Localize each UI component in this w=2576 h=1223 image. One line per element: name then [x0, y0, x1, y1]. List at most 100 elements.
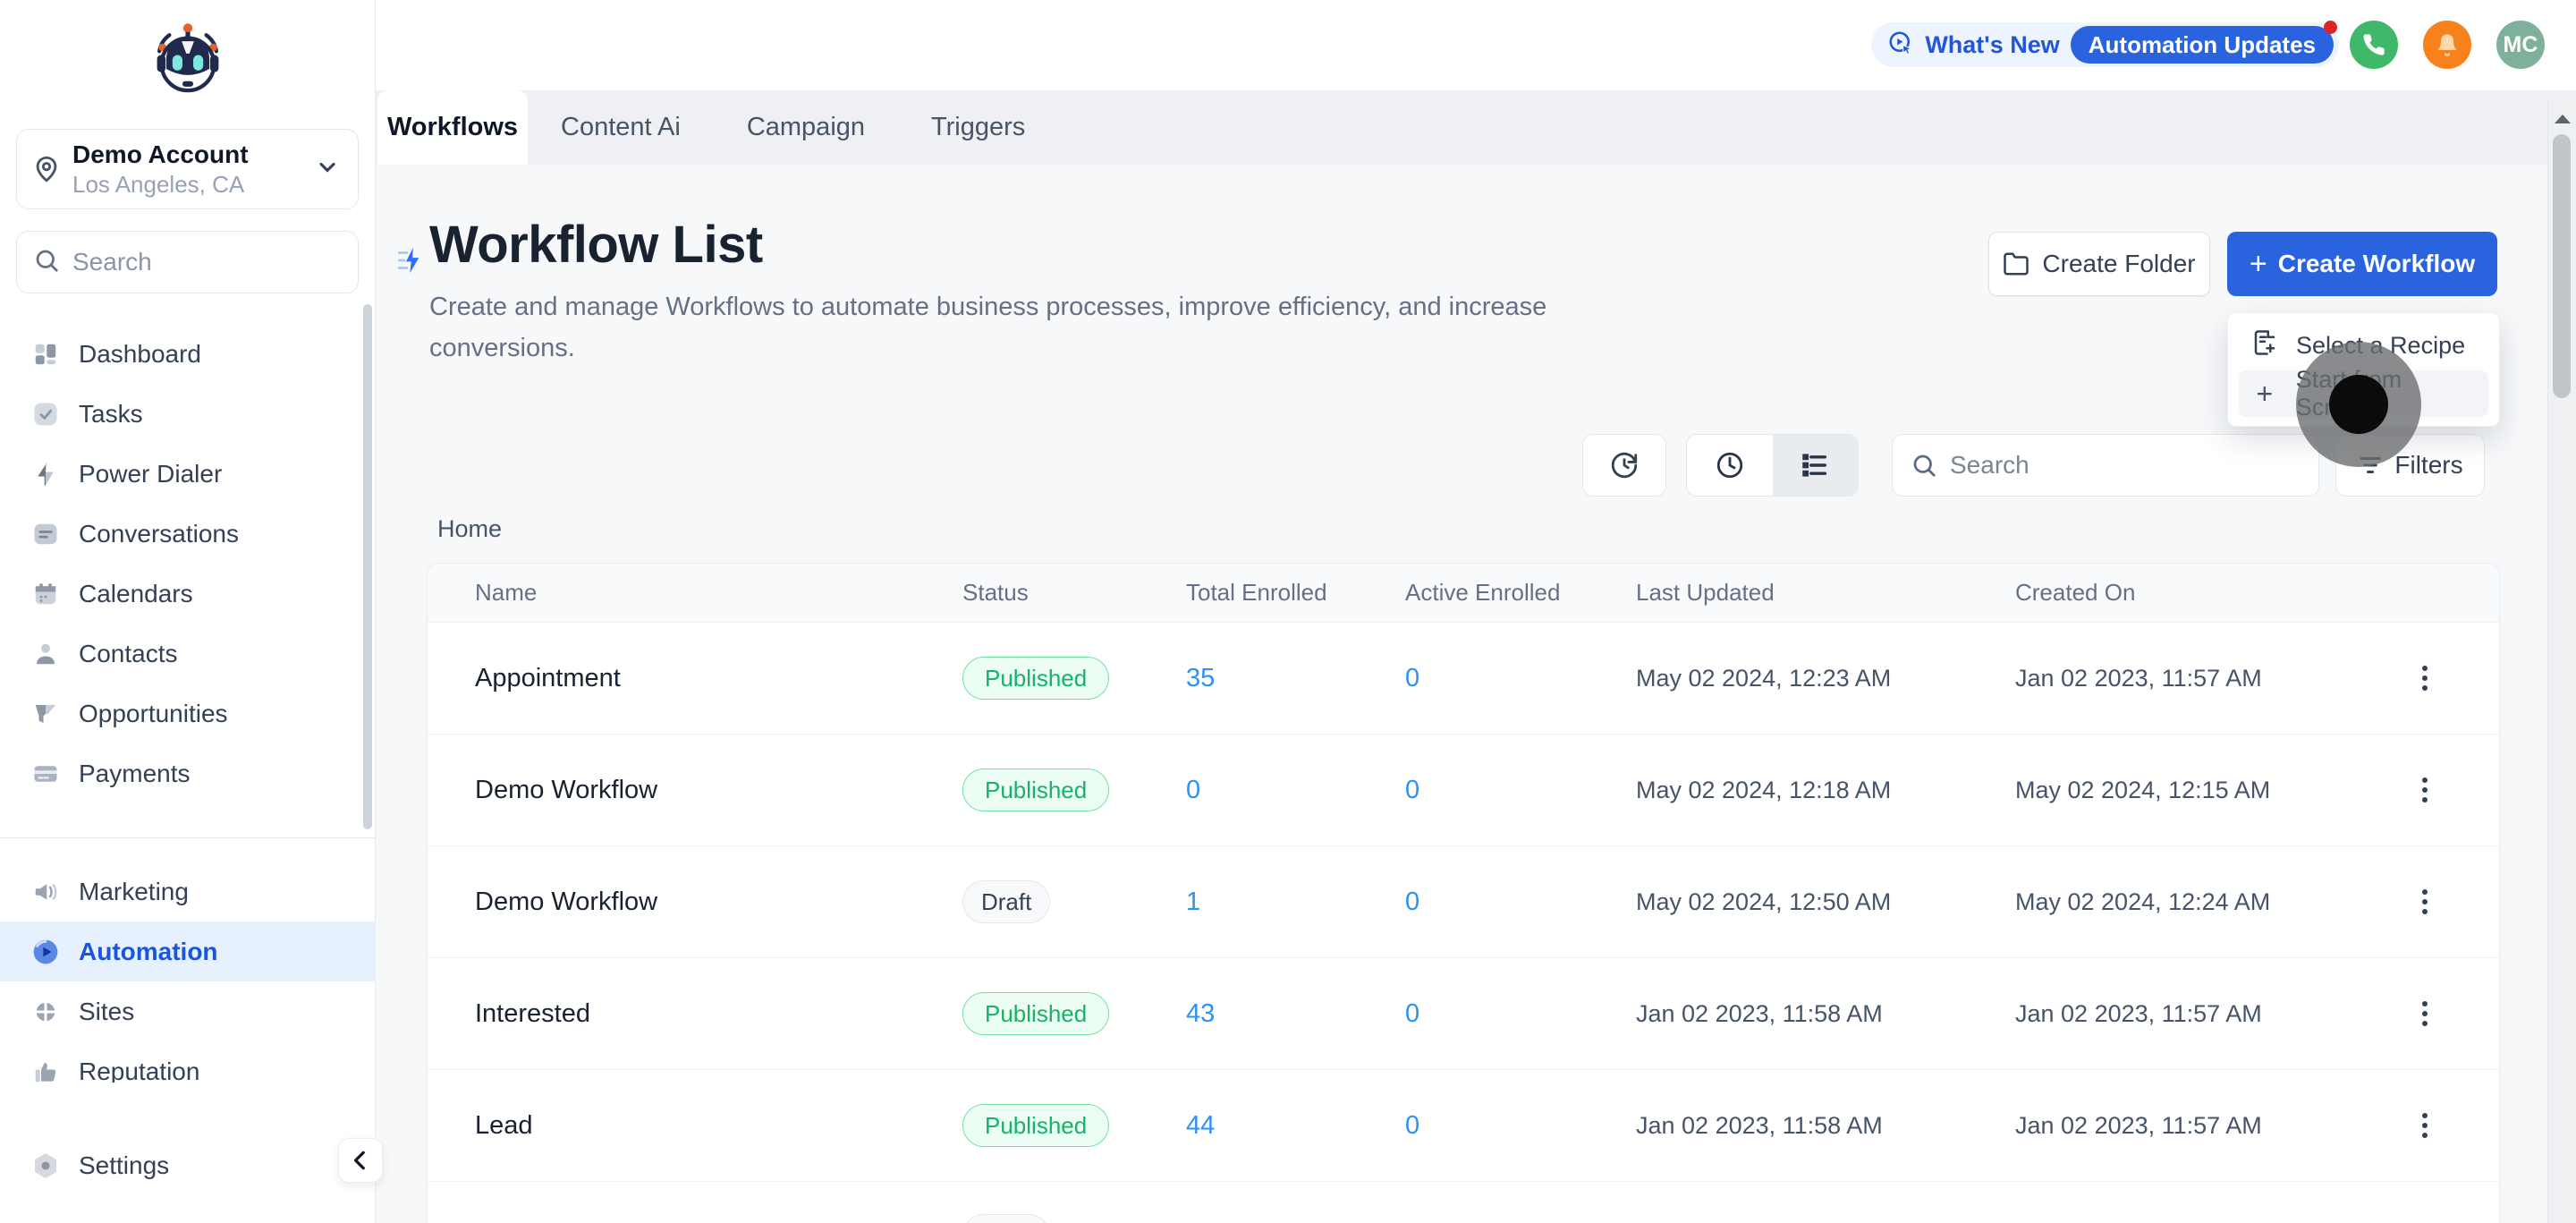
- topbar: What's New Automation Updates MC: [376, 0, 2576, 90]
- status-badge: Published: [962, 1104, 1109, 1147]
- avatar[interactable]: MC: [2496, 21, 2545, 69]
- notification-dot: [2324, 21, 2337, 34]
- calendars-icon: [30, 579, 61, 609]
- tab-campaign[interactable]: Campaign: [714, 90, 898, 165]
- sidebar-item-power-dialer[interactable]: Power Dialer: [0, 444, 376, 504]
- status-badge: Draft: [962, 880, 1050, 923]
- sidebar-divider: [0, 837, 376, 838]
- tab-workflows[interactable]: Workflows: [377, 90, 528, 165]
- quick-actions-bolt-icon[interactable]: [395, 245, 426, 280]
- sidebar-item-payments[interactable]: Payments: [0, 743, 376, 803]
- column-header-name: Name: [428, 579, 945, 607]
- recipe-icon: [2251, 329, 2278, 362]
- row-menu-button[interactable]: [2407, 882, 2443, 921]
- main-content: Workflow List Create and manage Workflow…: [376, 165, 2576, 1223]
- automation-icon: [30, 937, 61, 967]
- column-header-status: Status: [945, 579, 1168, 607]
- sidebar-nav: Dashboard Tasks Power Dialer Conversatio…: [0, 324, 376, 1083]
- breadcrumb[interactable]: Home: [437, 515, 502, 543]
- sidebar-item-calendars[interactable]: Calendars: [0, 564, 376, 624]
- status-badge: Published: [962, 992, 1109, 1035]
- row-menu-button[interactable]: [2407, 770, 2443, 810]
- sidebar: Demo Account Los Angeles, CA Dashboard: [0, 0, 376, 1223]
- app-logo: [0, 0, 375, 116]
- account-name: Demo Account: [72, 139, 315, 170]
- account-selector[interactable]: Demo Account Los Angeles, CA: [16, 129, 359, 209]
- sidebar-item-conversations[interactable]: Conversations: [0, 504, 376, 564]
- history-icon: [1609, 450, 1640, 480]
- table-row[interactable]: Demo Workflow Draft 1 0 May 02 2024, 12:…: [428, 846, 2499, 958]
- sidebar-scrollbar[interactable]: [363, 304, 372, 829]
- folder-icon: [2003, 251, 2029, 277]
- plus-icon: +: [2250, 249, 2267, 279]
- filter-icon: [2357, 452, 2384, 479]
- search-icon: [1911, 452, 1937, 479]
- power-dialer-icon: [30, 459, 61, 489]
- sites-icon: [30, 997, 61, 1027]
- sidebar-item-contacts[interactable]: Contacts: [0, 624, 376, 684]
- announcement-icon: [1887, 30, 1914, 61]
- gear-icon: [30, 1151, 61, 1181]
- table-row-partial[interactable]: [428, 1182, 2499, 1223]
- notifications-button[interactable]: [2423, 21, 2471, 69]
- create-workflow-menu: Select a Recipe + Start from Scratch: [2227, 312, 2500, 427]
- sidebar-item-opportunities[interactable]: Opportunities: [0, 684, 376, 743]
- automation-updates-badge[interactable]: Automation Updates: [2071, 26, 2334, 64]
- create-folder-button[interactable]: Create Folder: [1988, 232, 2210, 296]
- list-view-icon: [1800, 450, 1830, 480]
- row-menu-button[interactable]: [2407, 658, 2443, 698]
- workflow-search[interactable]: [1892, 434, 2319, 497]
- page-description: Create and manage Workflows to automate …: [429, 286, 1673, 369]
- sidebar-item-reputation[interactable]: Reputation: [0, 1041, 376, 1083]
- phone-button[interactable]: [2350, 21, 2398, 69]
- sidebar-item-sites[interactable]: Sites: [0, 981, 376, 1041]
- sidebar-collapse-button[interactable]: [338, 1138, 383, 1183]
- list-view-button[interactable]: [1773, 435, 1859, 496]
- table-row[interactable]: Lead Published 44 0 Jan 02 2023, 11:58 A…: [428, 1070, 2499, 1182]
- location-pin-icon: [30, 154, 64, 184]
- sidebar-item-marketing[interactable]: Marketing: [0, 862, 376, 921]
- whats-new-pill[interactable]: What's New Automation Updates: [1871, 22, 2339, 67]
- table-row[interactable]: Appointment Published 35 0 May 02 2024, …: [428, 623, 2499, 735]
- search-icon: [33, 247, 60, 278]
- dashboard-icon: [30, 339, 61, 369]
- scrollbar-thumb[interactable]: [2553, 134, 2571, 398]
- column-header-created-on: Created On: [1987, 579, 2371, 607]
- phone-icon: [2361, 32, 2386, 57]
- recent-view-button[interactable]: [1687, 435, 1773, 496]
- menu-item-start-from-scratch[interactable]: + Start from Scratch: [2239, 370, 2488, 417]
- table-row[interactable]: Demo Workflow Published 0 0 May 02 2024,…: [428, 735, 2499, 846]
- workflow-table: Name Status Total Enrolled Active Enroll…: [427, 563, 2500, 1223]
- status-badge: Published: [962, 769, 1109, 811]
- sidebar-item-dashboard[interactable]: Dashboard: [0, 324, 376, 384]
- row-menu-button[interactable]: [2407, 994, 2443, 1033]
- column-header-active-enrolled: Active Enrolled: [1383, 579, 1606, 607]
- row-menu-button[interactable]: [2407, 1106, 2443, 1145]
- tab-content-ai[interactable]: Content Ai: [528, 90, 714, 165]
- robot-logo-icon: [149, 20, 226, 97]
- menu-item-select-recipe[interactable]: Select a Recipe: [2228, 320, 2499, 370]
- create-workflow-button[interactable]: + Create Workflow: [2227, 232, 2497, 296]
- sidebar-item-automation[interactable]: Automation: [0, 921, 376, 981]
- page-scrollbar[interactable]: [2547, 100, 2576, 1223]
- tasks-icon: [30, 399, 61, 429]
- reputation-icon: [30, 1057, 61, 1083]
- sidebar-item-tasks[interactable]: Tasks: [0, 384, 376, 444]
- workflow-search-input[interactable]: [1950, 451, 2301, 480]
- tab-triggers[interactable]: Triggers: [898, 90, 1058, 165]
- sidebar-search-input[interactable]: [72, 248, 395, 276]
- marketing-icon: [30, 877, 61, 907]
- sidebar-search[interactable]: [16, 231, 359, 293]
- status-badge: [962, 1214, 1050, 1223]
- table-row[interactable]: Interested Published 43 0 Jan 02 2023, 1…: [428, 958, 2499, 1070]
- sidebar-item-settings[interactable]: Settings: [0, 1136, 376, 1195]
- chevron-left-icon: [349, 1149, 372, 1172]
- history-button[interactable]: [1582, 434, 1666, 497]
- plus-icon: +: [2251, 378, 2278, 411]
- scroll-up-arrow[interactable]: [2555, 115, 2571, 123]
- opportunities-icon: [30, 699, 61, 729]
- column-header-total-enrolled: Total Enrolled: [1168, 579, 1383, 607]
- bell-icon: [2435, 32, 2460, 57]
- whats-new-label: What's New: [1925, 31, 2059, 59]
- filters-button[interactable]: Filters: [2335, 434, 2485, 497]
